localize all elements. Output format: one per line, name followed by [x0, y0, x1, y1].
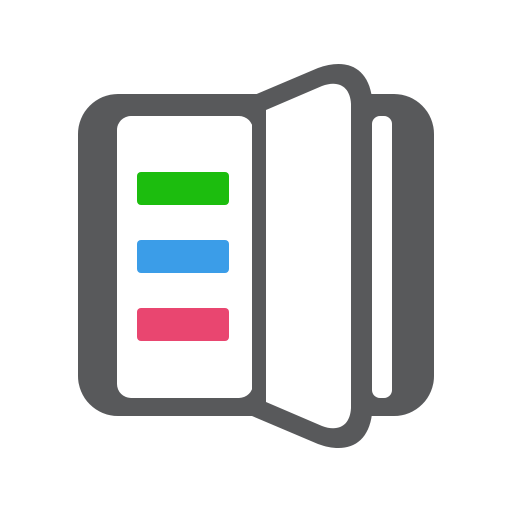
blue-bar: [137, 240, 229, 273]
pink-bar: [137, 308, 229, 341]
book-open-icon: [78, 63, 434, 449]
turning-page-inner: [266, 83, 351, 429]
green-bar: [137, 172, 229, 205]
right-page-edge: [372, 116, 392, 398]
app-icon-canvas: [0, 0, 512, 512]
